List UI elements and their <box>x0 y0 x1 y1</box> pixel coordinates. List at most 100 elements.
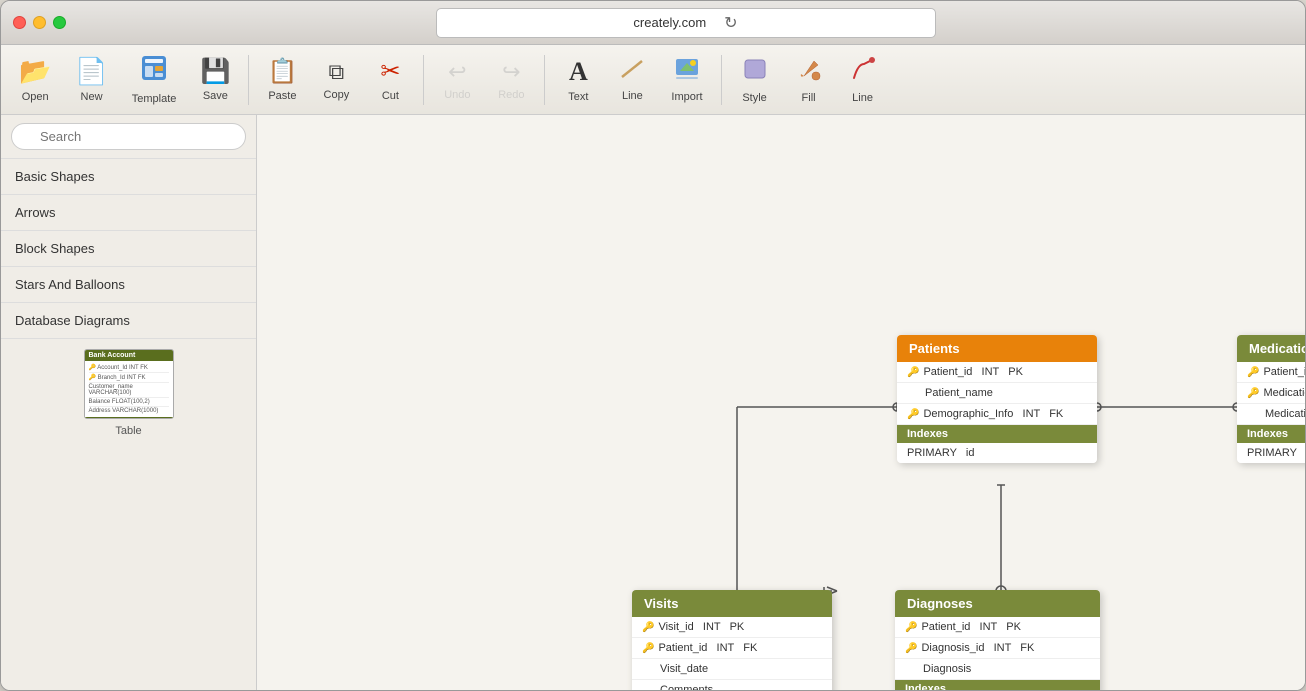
redo-button[interactable]: ↪ Redo <box>486 55 536 105</box>
maximize-button[interactable] <box>53 16 66 29</box>
style-button[interactable]: Style <box>730 52 780 108</box>
fill-button[interactable]: Fill <box>784 52 834 108</box>
visits-field-2: 🔑 Patient_id INT FK <box>632 638 832 659</box>
key-icon-4: 🔑 <box>905 622 917 633</box>
visits-field-4: Comments <box>632 680 832 690</box>
sidebar-item-block-shapes[interactable]: Block Shapes <box>1 231 256 267</box>
visits-field-3: Visit_date <box>632 659 832 680</box>
canvas[interactable]: Patients 🔑 Patient_id INT PK Patient_nam… <box>257 115 1305 690</box>
url-bar: creately.com ↻ <box>78 8 1293 38</box>
visits-table[interactable]: Visits 🔑 Visit_id INT PK 🔑 Patient_id IN… <box>632 590 832 690</box>
sidebar-item-stars-balloons[interactable]: Stars And Balloons <box>1 267 256 303</box>
line-button[interactable]: Line <box>607 54 657 106</box>
visits-header: Visits <box>632 590 832 617</box>
line-style-icon <box>850 56 876 88</box>
save-button[interactable]: 💾 Save <box>190 53 240 106</box>
patients-index-row: PRIMARY id <box>897 443 1097 463</box>
key-icon-2: 🔑 <box>1247 367 1259 378</box>
patients-index-header: Indexes <box>897 425 1097 443</box>
undo-icon: ↩ <box>448 59 466 85</box>
diagnoses-body: 🔑 Patient_id INT PK 🔑 Diagnosis_id INT F… <box>895 617 1100 680</box>
open-icon: 📂 <box>19 56 51 87</box>
paste-button[interactable]: 📋 Paste <box>257 53 307 106</box>
medication-body: 🔑 Patient_id INT PK 🔑 Medication_id INT … <box>1237 362 1305 425</box>
medication-index-row: PRIMARY id <box>1237 443 1305 463</box>
import-icon <box>674 57 700 87</box>
diagnoses-field-3: Diagnosis <box>895 659 1100 680</box>
toolbar-separator-3 <box>544 55 545 105</box>
patients-body: 🔑 Patient_id INT PK Patient_name 🔑 Demog… <box>897 362 1097 425</box>
line-style-button[interactable]: Line <box>838 52 888 108</box>
undo-button[interactable]: ↩ Undo <box>432 55 482 105</box>
basic-shapes-label: Basic Shapes <box>15 169 95 184</box>
line-style-label: Line <box>852 92 873 104</box>
medication-header: Medication <box>1237 335 1305 362</box>
diagnoses-table[interactable]: Diagnoses 🔑 Patient_id INT PK 🔑 Diagnosi… <box>895 590 1100 690</box>
key-fk-icon-1: 🔑 <box>907 409 919 420</box>
copy-icon: ⧉ <box>329 59 345 85</box>
line-draw-icon <box>619 58 645 86</box>
medication-field-3: Medication_name <box>1237 404 1305 425</box>
medication-index-header: Indexes <box>1237 425 1305 443</box>
patients-field-1: 🔑 Patient_id INT PK <box>897 362 1097 383</box>
search-input[interactable] <box>11 123 246 150</box>
fill-icon <box>796 56 822 88</box>
patients-table[interactable]: Patients 🔑 Patient_id INT PK Patient_nam… <box>897 335 1097 463</box>
app-window: creately.com ↻ 📂 Open 📄 New <box>0 0 1306 691</box>
cut-icon: ✂ <box>380 57 400 86</box>
line-label: Line <box>622 90 643 102</box>
patients-field-3: 🔑 Demographic_Info INT FK <box>897 404 1097 425</box>
template-button[interactable]: Template <box>122 50 187 109</box>
save-label: Save <box>203 90 228 102</box>
traffic-lights <box>13 16 66 29</box>
key-fk-icon-4: 🔑 <box>905 643 917 654</box>
toolbar-separator-2 <box>423 55 424 105</box>
thumbnail-label: Table <box>115 425 141 437</box>
diagnoses-field-1: 🔑 Patient_id INT PK <box>895 617 1100 638</box>
patients-field-2: Patient_name <box>897 383 1097 404</box>
new-button[interactable]: 📄 New <box>65 52 117 107</box>
text-button[interactable]: A Text <box>553 53 603 107</box>
key-fk-icon-2: 🔑 <box>1247 388 1259 399</box>
visits-body: 🔑 Visit_id INT PK 🔑 Patient_id INT FK Vi… <box>632 617 832 690</box>
sidebar-item-basic-shapes[interactable]: Basic Shapes <box>1 159 256 195</box>
open-button[interactable]: 📂 Open <box>9 52 61 107</box>
template-label: Template <box>132 93 177 105</box>
arrows-label: Arrows <box>15 205 55 220</box>
diagnoses-field-2: 🔑 Diagnosis_id INT FK <box>895 638 1100 659</box>
redo-icon: ↪ <box>502 59 520 85</box>
search-wrapper: 🔍 <box>11 123 246 150</box>
close-button[interactable] <box>13 16 26 29</box>
fill-label: Fill <box>802 92 816 104</box>
patients-header: Patients <box>897 335 1097 362</box>
cut-button[interactable]: ✂ Cut <box>365 53 415 106</box>
search-box: 🔍 <box>1 115 256 159</box>
titlebar: creately.com ↻ <box>1 1 1305 45</box>
minimize-button[interactable] <box>33 16 46 29</box>
visits-field-1: 🔑 Visit_id INT PK <box>632 617 832 638</box>
url-text: creately.com <box>633 15 706 30</box>
text-label: Text <box>568 91 588 103</box>
key-icon-1: 🔑 <box>907 367 919 378</box>
table-thumbnail[interactable]: Bank Account 🔑 Account_Id INT FK 🔑 Branc… <box>84 349 174 419</box>
medication-field-1: 🔑 Patient_id INT PK <box>1237 362 1305 383</box>
style-icon <box>741 56 769 88</box>
cut-label: Cut <box>382 90 399 102</box>
save-icon: 💾 <box>200 57 230 86</box>
medication-table[interactable]: Medication 🔑 Patient_id INT PK 🔑 Medicat… <box>1237 335 1305 463</box>
text-icon: A <box>569 57 588 87</box>
medication-field-2: 🔑 Medication_id INT FK <box>1237 383 1305 404</box>
database-diagrams-label: Database Diagrams <box>15 313 130 328</box>
reload-button[interactable]: ↻ <box>724 13 737 33</box>
copy-label: Copy <box>324 89 350 101</box>
import-button[interactable]: Import <box>661 53 712 107</box>
new-label: New <box>81 91 103 103</box>
url-input[interactable]: creately.com ↻ <box>436 8 936 38</box>
undo-label: Undo <box>444 89 470 101</box>
import-label: Import <box>671 91 702 103</box>
sidebar-item-arrows[interactable]: Arrows <box>1 195 256 231</box>
sidebar-item-database-diagrams[interactable]: Database Diagrams <box>1 303 256 339</box>
toolbar-separator-1 <box>248 55 249 105</box>
copy-button[interactable]: ⧉ Copy <box>311 55 361 105</box>
style-label: Style <box>742 92 766 104</box>
